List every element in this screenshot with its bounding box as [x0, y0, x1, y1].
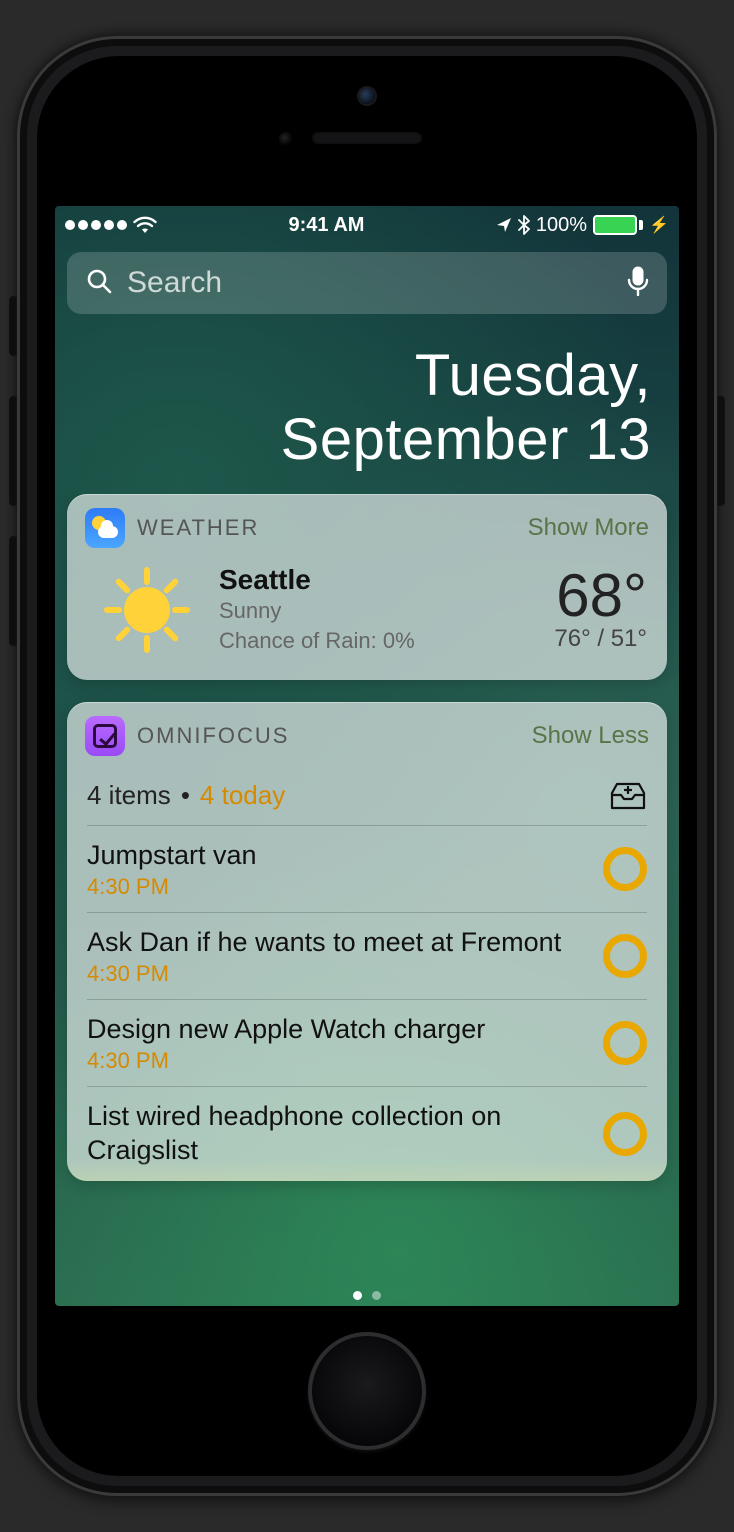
search-field[interactable]: Search — [67, 252, 667, 314]
inbox-add-icon[interactable] — [609, 781, 647, 811]
task-title: Ask Dan if he wants to meet at Fremont — [87, 925, 587, 959]
weather-widget[interactable]: WEATHER Show More — [67, 494, 667, 680]
weather-city: Seattle — [219, 564, 542, 596]
weather-temp: 68° — [554, 567, 647, 625]
cell-signal-icon — [65, 220, 127, 230]
home-button[interactable] — [308, 1332, 426, 1450]
widget-list[interactable]: WEATHER Show More — [55, 494, 679, 1306]
omnifocus-task-list: Jumpstart van 4:30 PM Ask Dan if he want… — [87, 825, 647, 1181]
omnifocus-widget[interactable]: OMNIFOCUS Show Less 4 items • 4 today — [67, 702, 667, 1181]
location-icon — [496, 217, 512, 233]
task-row[interactable]: Ask Dan if he wants to meet at Fremont 4… — [87, 913, 647, 1000]
wifi-icon — [133, 216, 157, 234]
weather-condition: Sunny — [219, 596, 542, 626]
search-placeholder: Search — [127, 266, 222, 300]
task-time: 4:30 PM — [87, 1048, 587, 1074]
bluetooth-icon — [518, 215, 530, 235]
date-line-1: Tuesday, — [55, 344, 651, 408]
page-dot-active — [353, 1291, 362, 1300]
omnifocus-widget-title: OMNIFOCUS — [137, 723, 289, 749]
weather-rain: Chance of Rain: 0% — [219, 626, 542, 656]
task-time: 4:30 PM — [87, 874, 587, 900]
proximity-sensor — [279, 132, 293, 146]
task-row[interactable]: Design new Apple Watch charger 4:30 PM — [87, 1000, 647, 1087]
omnifocus-show-less[interactable]: Show Less — [532, 722, 649, 750]
weather-hilo: 76° / 51° — [554, 625, 647, 653]
omnifocus-item-count: 4 items — [87, 780, 171, 811]
power-button — [717, 396, 725, 506]
page-dot — [372, 1291, 381, 1300]
task-title: Design new Apple Watch charger — [87, 1012, 587, 1046]
dictation-icon[interactable] — [627, 266, 649, 301]
task-row[interactable]: Jumpstart van 4:30 PM — [87, 826, 647, 913]
sunny-icon — [87, 567, 207, 653]
phone-bezel: 9:41 AM 100% ⚡ — [37, 56, 697, 1476]
volume-up-button — [9, 396, 17, 506]
volume-down-button — [9, 536, 17, 646]
task-complete-circle[interactable] — [603, 1112, 647, 1156]
sensor-strip — [37, 56, 697, 206]
page-indicator[interactable] — [353, 1291, 381, 1300]
task-complete-circle[interactable] — [603, 847, 647, 891]
battery-icon — [593, 215, 643, 235]
task-row[interactable]: List wired headphone collection on Craig… — [87, 1087, 647, 1181]
task-time: 4:30 PM — [87, 961, 587, 987]
task-title: List wired headphone collection on Craig… — [87, 1099, 587, 1167]
charging-icon: ⚡ — [649, 215, 669, 235]
omnifocus-app-icon — [85, 716, 125, 756]
omnifocus-today-count: 4 today — [200, 780, 285, 811]
front-camera — [359, 88, 375, 104]
task-complete-circle[interactable] — [603, 1021, 647, 1065]
earpiece-speaker — [312, 132, 422, 144]
today-date: Tuesday, September 13 — [55, 318, 679, 494]
weather-show-more[interactable]: Show More — [528, 514, 649, 542]
ringer-switch — [9, 296, 17, 356]
weather-widget-title: WEATHER — [137, 515, 259, 541]
task-title: Jumpstart van — [87, 838, 587, 872]
status-bar: 9:41 AM 100% ⚡ — [55, 206, 679, 244]
search-icon — [85, 267, 113, 300]
screen: 9:41 AM 100% ⚡ — [55, 206, 679, 1306]
phone-frame: 9:41 AM 100% ⚡ — [17, 36, 717, 1496]
separator-dot: • — [171, 780, 200, 811]
battery-percent: 100% — [536, 214, 587, 237]
date-line-2: September 13 — [55, 408, 651, 472]
weather-app-icon — [85, 508, 125, 548]
task-complete-circle[interactable] — [603, 934, 647, 978]
status-time: 9:41 AM — [288, 214, 364, 237]
